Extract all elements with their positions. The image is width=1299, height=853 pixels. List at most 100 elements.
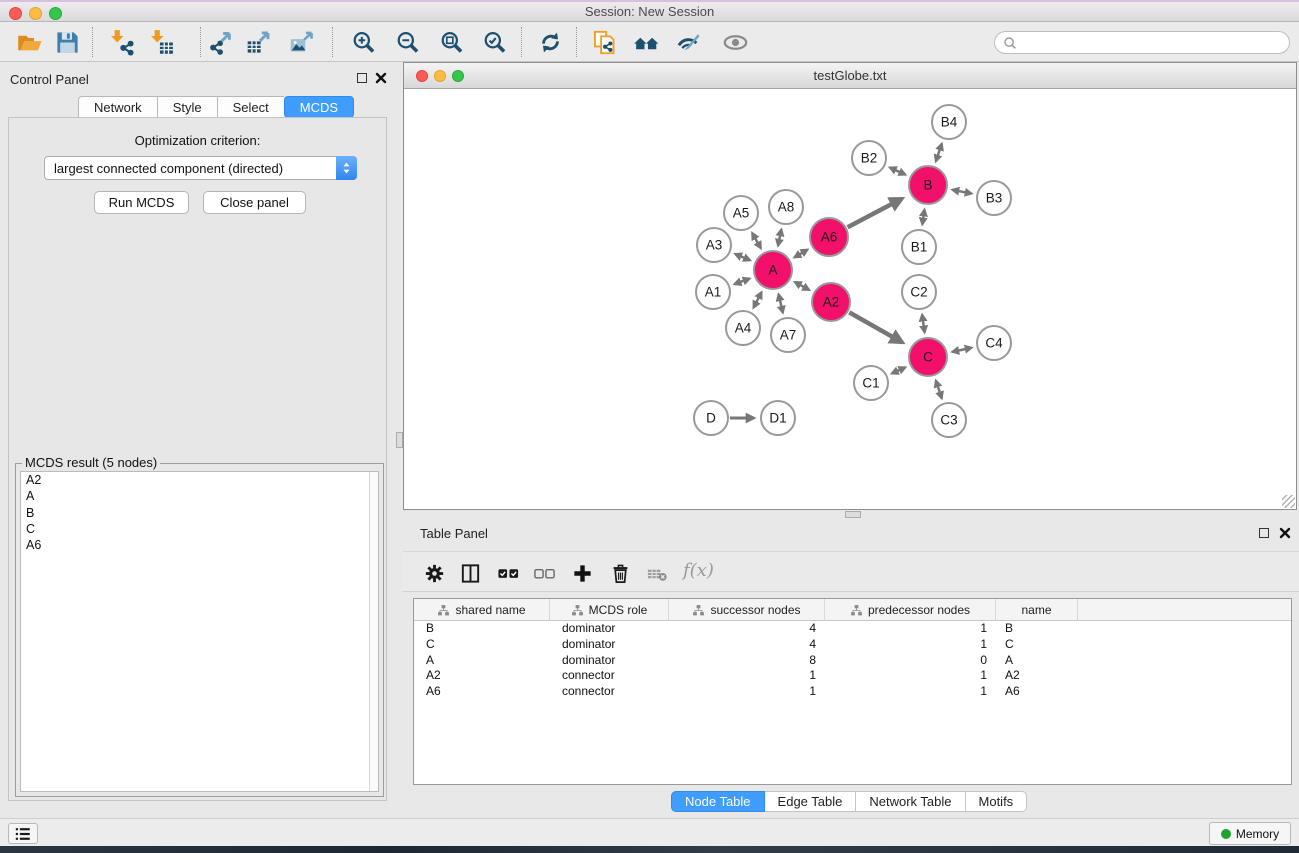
graph-node-A6[interactable]: A6: [810, 218, 848, 256]
maximize-window-button[interactable]: [49, 7, 62, 20]
graph-node-A4[interactable]: A4: [726, 311, 760, 345]
search-input[interactable]: [1018, 34, 1289, 52]
table-cell[interactable]: 1: [669, 668, 825, 684]
graph-node-D1[interactable]: D1: [761, 401, 795, 435]
float-table-panel-icon[interactable]: [1259, 528, 1269, 538]
run-mcds-button[interactable]: Run MCDS: [94, 191, 189, 214]
minimize-window-button[interactable]: [29, 7, 42, 20]
graph-edge-B-B3[interactable]: [953, 190, 972, 194]
close-window-button[interactable]: [9, 7, 22, 20]
tab-node-table[interactable]: Node Table: [671, 791, 765, 812]
result-item-b[interactable]: B: [21, 505, 378, 521]
graph-edge-A-A5[interactable]: [752, 233, 761, 248]
close-panel-button[interactable]: Close panel: [203, 191, 306, 214]
table-row[interactable]: A2connector11A2: [414, 668, 1291, 684]
close-network-button[interactable]: [416, 70, 428, 82]
export-image-button[interactable]: [287, 27, 317, 57]
graph-node-B3[interactable]: B3: [977, 181, 1011, 215]
column-header-shared-name[interactable]: shared name: [414, 599, 550, 621]
zoom-selected-button[interactable]: [479, 27, 509, 57]
graph-edge-B-B1[interactable]: [922, 210, 924, 224]
table-row[interactable]: A6connector11A6: [414, 684, 1291, 700]
close-panel-icon[interactable]: [375, 72, 387, 84]
graph-node-A2[interactable]: A2: [812, 283, 850, 321]
table-row[interactable]: Cdominator41C: [414, 637, 1291, 653]
graph-node-A3[interactable]: A3: [697, 228, 731, 262]
table-cell[interactable]: connector: [550, 684, 669, 700]
graph-edge-A-A2[interactable]: [795, 282, 809, 290]
table-row[interactable]: Adominator80A: [414, 653, 1291, 669]
table-cell[interactable]: A6: [414, 684, 550, 700]
table-cell[interactable]: C: [414, 637, 550, 653]
refresh-layout-button[interactable]: [535, 27, 565, 57]
tab-network-table[interactable]: Network Table: [856, 791, 965, 812]
graph-edge-C-C1[interactable]: [892, 367, 905, 373]
graph-edge-A-A6[interactable]: [795, 250, 808, 258]
diffusion-button[interactable]: [673, 27, 703, 57]
graph-node-C1[interactable]: C1: [854, 366, 888, 400]
graph-node-B4[interactable]: B4: [932, 105, 966, 139]
table-cell[interactable]: A2: [996, 668, 1078, 684]
result-item-a2[interactable]: A2: [21, 472, 378, 488]
graph-node-B[interactable]: B: [909, 166, 947, 204]
graph-node-A[interactable]: A: [754, 251, 792, 289]
add-column-button[interactable]: [569, 560, 595, 586]
float-panel-icon[interactable]: [357, 73, 367, 83]
search-field[interactable]: [994, 31, 1290, 54]
table-cell[interactable]: connector: [550, 668, 669, 684]
graph-edge-A2-C[interactable]: [849, 312, 902, 342]
table-cell[interactable]: 1: [825, 684, 996, 700]
graph-node-A8[interactable]: A8: [769, 190, 803, 224]
column-header-name[interactable]: name: [996, 599, 1078, 621]
export-table-button[interactable]: [244, 27, 274, 57]
horizontal-splitter-handle[interactable]: [845, 511, 861, 518]
column-header-successor-nodes[interactable]: successor nodes: [669, 599, 825, 621]
table-cell[interactable]: A: [996, 653, 1078, 669]
home-button[interactable]: [631, 27, 661, 57]
select-all-button[interactable]: [495, 560, 521, 586]
open-session-button[interactable]: [14, 27, 44, 57]
table-cell[interactable]: 8: [669, 653, 825, 669]
table-cell[interactable]: 1: [825, 637, 996, 653]
graph-node-A7[interactable]: A7: [771, 318, 805, 352]
graph-edge-A-A8[interactable]: [778, 230, 781, 246]
table-cell[interactable]: A2: [414, 668, 550, 684]
split-view-button[interactable]: [457, 560, 483, 586]
graph-edge-C-C4[interactable]: [952, 348, 971, 352]
show-hide-button[interactable]: [720, 27, 750, 57]
save-session-button[interactable]: [52, 27, 82, 57]
graph-node-C4[interactable]: C4: [977, 326, 1011, 360]
table-cell[interactable]: B: [414, 621, 550, 637]
graph-node-A1[interactable]: A1: [696, 275, 730, 309]
graph-edge-C-C3[interactable]: [936, 381, 942, 398]
minimize-network-button[interactable]: [434, 70, 446, 82]
criterion-select[interactable]: largest connected component (directed): [44, 156, 357, 180]
graph-node-D[interactable]: D: [694, 401, 728, 435]
graph-edge-A6-B[interactable]: [848, 199, 902, 227]
graph-node-B1[interactable]: B1: [902, 230, 936, 264]
graph-edge-A-A1[interactable]: [735, 279, 750, 284]
table-cell[interactable]: dominator: [550, 653, 669, 669]
import-table-button[interactable]: [145, 27, 175, 57]
function-builder-button[interactable]: f(x): [683, 560, 714, 581]
result-scrollbar[interactable]: [369, 472, 378, 791]
zoom-fit-button[interactable]: [436, 27, 466, 57]
delete-column-button[interactable]: [607, 560, 633, 586]
table-cell[interactable]: B: [996, 621, 1078, 637]
table-cell[interactable]: 4: [669, 637, 825, 653]
tab-style[interactable]: Style: [157, 96, 217, 118]
column-header-predecessor-nodes[interactable]: predecessor nodes: [825, 599, 996, 621]
tab-motifs[interactable]: Motifs: [966, 791, 1028, 812]
zoom-in-button[interactable]: [348, 27, 378, 57]
graph-edge-B-B4[interactable]: [936, 144, 942, 161]
tab-edge-table[interactable]: Edge Table: [765, 791, 857, 812]
table-cell[interactable]: 1: [825, 668, 996, 684]
graph-edge-A-A7[interactable]: [779, 294, 783, 312]
table-row[interactable]: Bdominator41B: [414, 621, 1291, 637]
result-item-a[interactable]: A: [21, 488, 378, 504]
delete-table-button[interactable]: [644, 560, 670, 586]
graph-node-C3[interactable]: C3: [932, 403, 966, 437]
graph-edge-A-A3[interactable]: [735, 254, 750, 260]
result-item-c[interactable]: C: [21, 521, 378, 537]
table-cell[interactable]: A6: [996, 684, 1078, 700]
